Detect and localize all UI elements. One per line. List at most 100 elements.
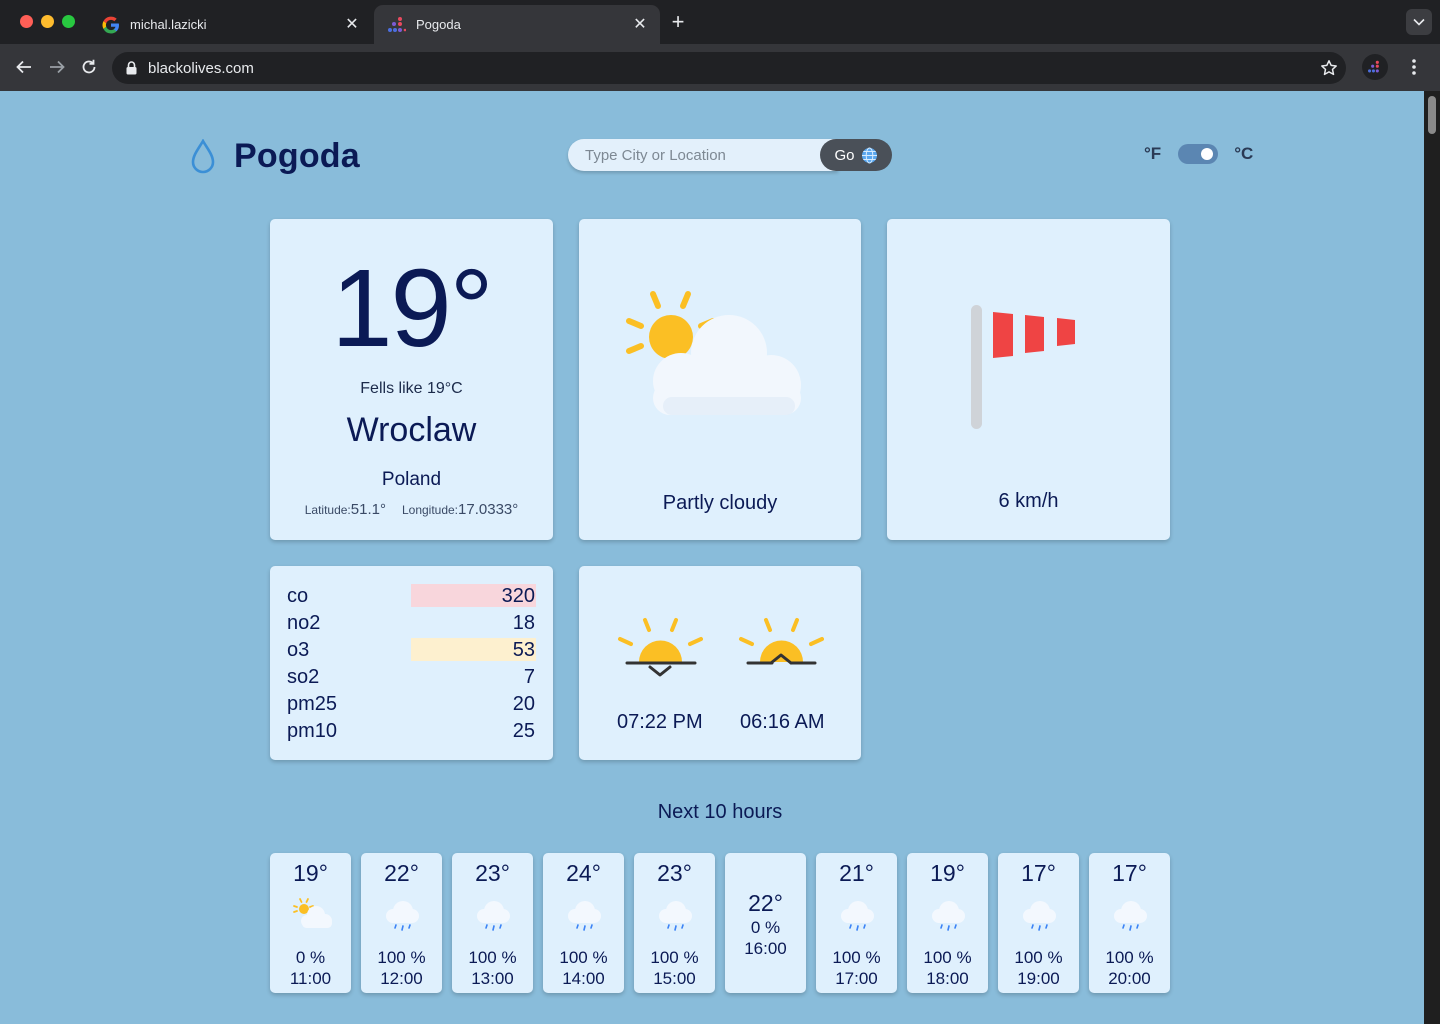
pollutant-value: 18 xyxy=(512,611,535,634)
rain-cloud-icon xyxy=(565,897,603,933)
hourly-temp: 17° xyxy=(1021,860,1056,886)
url-text: blackolives.com xyxy=(148,59,254,77)
rain-cloud-icon xyxy=(474,897,512,933)
pollutant-value: 53 xyxy=(512,638,535,661)
go-button[interactable]: Go xyxy=(820,139,892,171)
close-tab-icon[interactable]: ✕ xyxy=(344,16,360,33)
rain-chance: 100 % xyxy=(1105,948,1154,967)
rain-chance: 100 % xyxy=(832,948,881,967)
hourly-card: 22° 100 % 12:00 xyxy=(361,853,442,993)
browser-tab-pogoda[interactable]: Pogoda ✕ xyxy=(374,5,660,44)
current-temperature: 19° xyxy=(331,247,493,370)
pollutant-value: 320 xyxy=(501,584,535,607)
arrow-right-icon xyxy=(50,60,65,74)
hourly-card: 22° 0 % 16:00 xyxy=(725,853,806,993)
close-window-button[interactable] xyxy=(20,15,33,28)
hourly-card: 19° 0 % 11:00 xyxy=(270,853,351,993)
app-title: Pogoda xyxy=(234,137,360,175)
air-quality-row: co 320 xyxy=(287,585,536,607)
hourly-temp: 22° xyxy=(748,890,783,916)
hourly-time: 15:00 xyxy=(653,969,696,988)
rain-cloud-icon xyxy=(1111,897,1149,933)
fahrenheit-label[interactable]: °F xyxy=(1144,144,1161,164)
hourly-time: 16:00 xyxy=(744,939,787,958)
toggle-knob xyxy=(1201,148,1214,160)
hourly-temp: 24° xyxy=(566,860,601,886)
unit-switch: °F °C xyxy=(1144,144,1253,164)
scrollbar-thumb[interactable] xyxy=(1428,96,1436,134)
scrollbar-track[interactable] xyxy=(1424,91,1440,1024)
wind-speed: 6 km/h xyxy=(998,490,1059,512)
browser-menu-button[interactable] xyxy=(1404,56,1424,78)
partly-cloudy-icon xyxy=(626,291,801,415)
coordinates: Latitude:51.1° Longitude:17.0333° xyxy=(270,501,553,518)
hourly-time: 13:00 xyxy=(471,969,514,988)
air-quality-row: o3 53 xyxy=(287,639,536,661)
close-tab-icon[interactable]: ✕ xyxy=(632,16,648,33)
tab-search-button[interactable] xyxy=(1406,9,1432,35)
sun-times-card: 07:22 PM 06:16 AM xyxy=(579,566,861,760)
minimize-window-button[interactable] xyxy=(41,15,54,28)
pogoda-icon xyxy=(388,16,406,34)
rain-chance: 0 % xyxy=(750,918,781,937)
sunrise-icon xyxy=(739,618,824,665)
pollutant-name: pm25 xyxy=(287,692,338,715)
sunset-time: 07:22 PM xyxy=(617,711,703,733)
country-name: Poland xyxy=(381,469,442,490)
browser-tab-bar: michal.lazicki ✕ Pogoda ✕ + xyxy=(0,0,1440,44)
pogoda-extension-icon xyxy=(1368,60,1379,73)
pollutant-value: 7 xyxy=(523,665,535,688)
air-quality-card: co 320 no2 18 o3 53 so2 7 pm25 20 pm10 25 xyxy=(270,566,553,760)
maximize-window-button[interactable] xyxy=(62,15,75,28)
rain-cloud-icon xyxy=(838,897,876,933)
search-input[interactable] xyxy=(568,139,838,171)
air-quality-row: so2 7 xyxy=(287,666,536,688)
forward-button[interactable] xyxy=(46,56,68,78)
page-content: Pogoda Go °F °C 19° Fells like 19°C Wroc… xyxy=(0,91,1424,1024)
sunrise-time: 06:16 AM xyxy=(740,711,825,733)
app-logo[interactable]: Pogoda xyxy=(190,137,360,176)
google-icon xyxy=(102,16,120,34)
browser-tab-google[interactable]: michal.lazicki ✕ xyxy=(88,5,372,44)
bookmark-star-icon[interactable] xyxy=(1320,59,1338,77)
unit-toggle[interactable] xyxy=(1178,144,1219,164)
hourly-time: 19:00 xyxy=(1017,969,1060,988)
tab-title: Pogoda xyxy=(416,17,461,32)
latitude-value: 51.1° xyxy=(350,501,386,518)
reload-button[interactable] xyxy=(78,56,100,78)
city-name: Wroclaw xyxy=(346,411,477,449)
air-quality-row: no2 18 xyxy=(287,612,536,634)
location-search: Go xyxy=(568,139,893,171)
celsius-label[interactable]: °C xyxy=(1234,144,1253,164)
hourly-time: 14:00 xyxy=(562,969,605,988)
air-quality-row: pm10 25 xyxy=(287,720,536,742)
hourly-card: 23° 100 % 15:00 xyxy=(634,853,715,993)
hourly-time: 20:00 xyxy=(1108,969,1151,988)
back-button[interactable] xyxy=(13,56,35,78)
hourly-card: 17° 100 % 20:00 xyxy=(1089,853,1170,993)
browser-toolbar: blackolives.com xyxy=(0,44,1440,91)
longitude-value: 17.0333° xyxy=(458,501,519,518)
rain-chance: 100 % xyxy=(923,948,972,967)
new-tab-icon[interactable]: + xyxy=(668,11,688,33)
rain-chance: 100 % xyxy=(468,948,517,967)
pollutant-value: 25 xyxy=(512,719,535,742)
pollutant-name: pm10 xyxy=(287,719,338,742)
extension-button[interactable] xyxy=(1362,54,1388,80)
hourly-card: 17° 100 % 19:00 xyxy=(998,853,1079,993)
pollutant-name: so2 xyxy=(287,665,320,688)
hourly-temp: 21° xyxy=(839,860,874,886)
pollutant-value: 20 xyxy=(512,692,535,715)
wind-card: 6 km/h xyxy=(887,219,1170,540)
go-label: Go xyxy=(834,146,855,164)
address-bar[interactable]: blackolives.com xyxy=(112,52,1346,84)
rain-chance: 0 % xyxy=(295,948,326,967)
hourly-card: 21° 100 % 17:00 xyxy=(816,853,897,993)
current-weather-card: 19° Fells like 19°C Wroclaw Poland Latit… xyxy=(270,219,553,540)
hourly-temp: 22° xyxy=(384,860,419,886)
globe-icon xyxy=(861,147,877,163)
pollutant-name: o3 xyxy=(287,638,310,661)
rain-chance: 100 % xyxy=(1014,948,1063,967)
rain-chance: 100 % xyxy=(650,948,699,967)
hourly-card: 23° 100 % 13:00 xyxy=(452,853,533,993)
